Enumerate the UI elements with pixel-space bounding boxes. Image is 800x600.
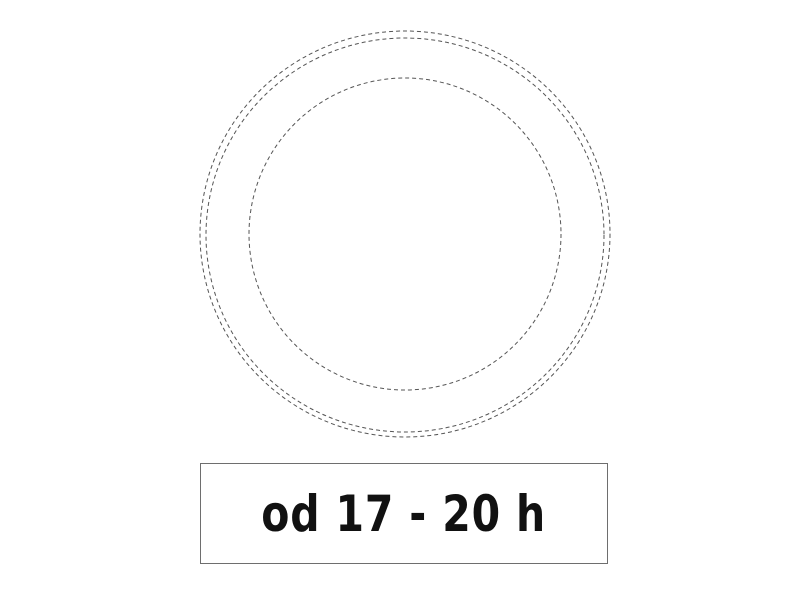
- sign-inner-ring: [248, 77, 562, 391]
- sign-middle-ring: [205, 37, 605, 433]
- supplementary-plate: od 17 - 20 h: [200, 463, 608, 564]
- sign-diagram: od 17 - 20 h: [0, 0, 800, 600]
- sign-outer-ring: [199, 30, 611, 438]
- plate-time-text: od 17 - 20 h: [261, 484, 547, 543]
